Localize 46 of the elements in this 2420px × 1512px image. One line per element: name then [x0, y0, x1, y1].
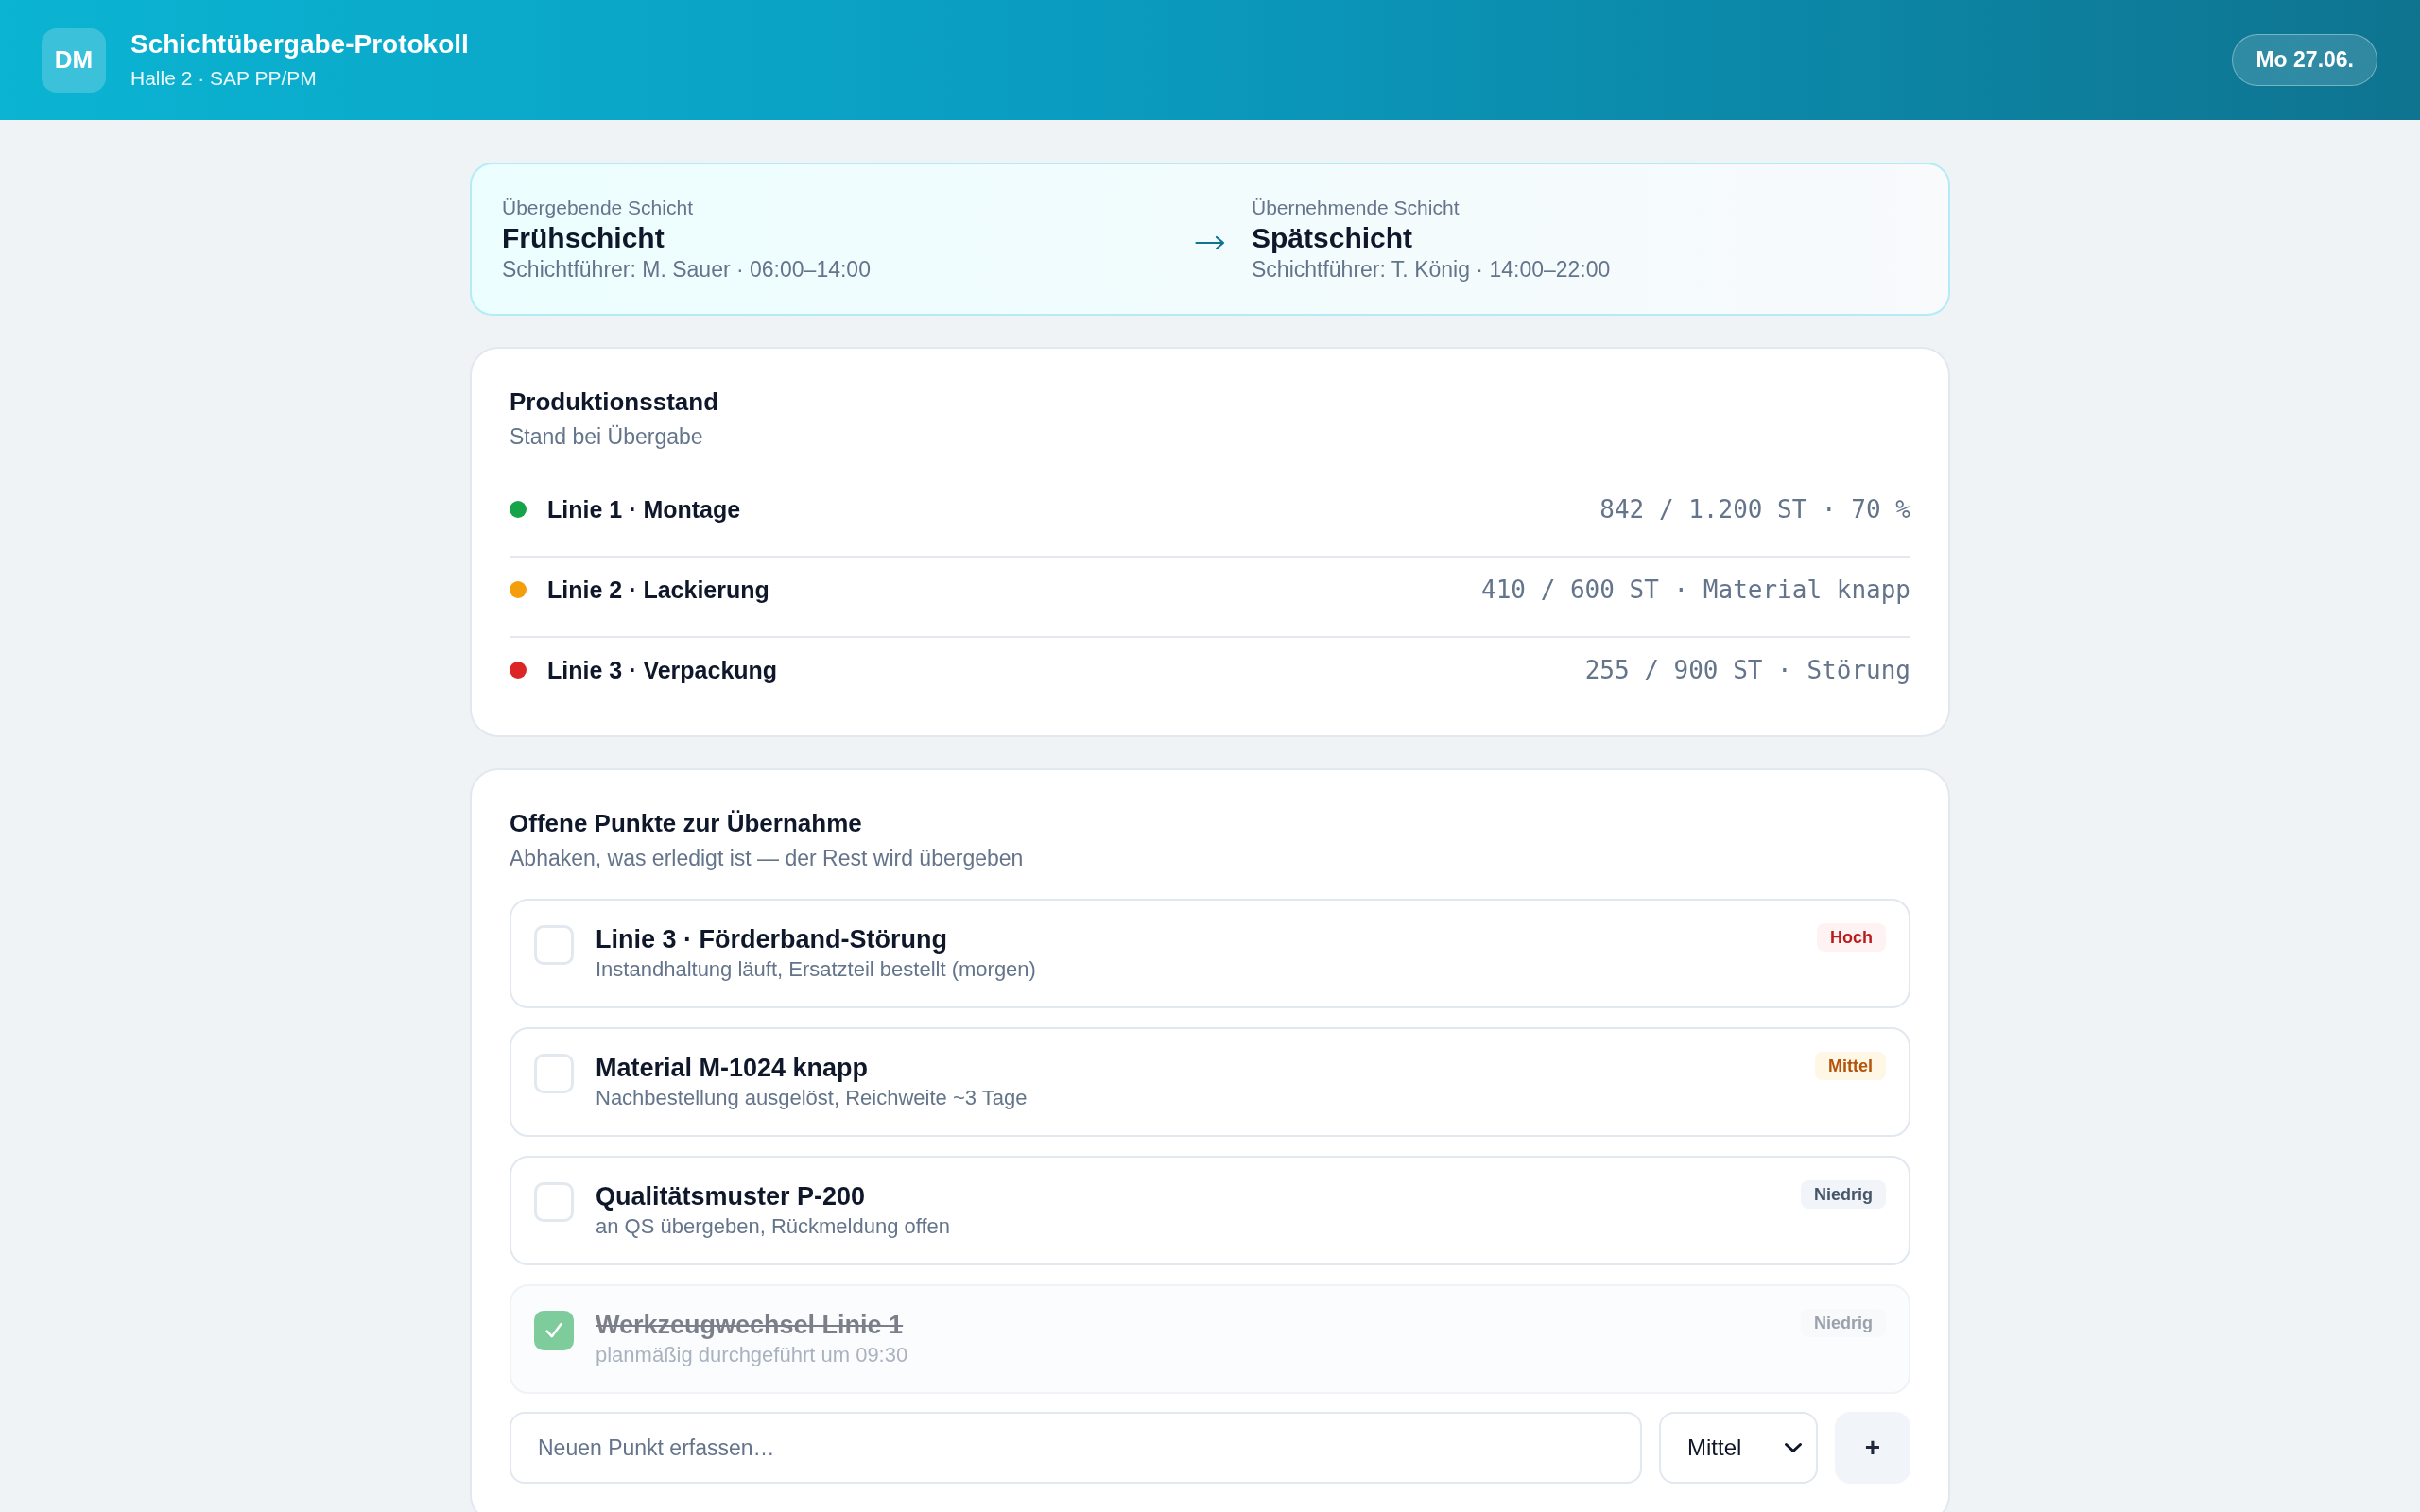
shift-details: Schichtführer: T. König · 14:00–22:00: [1252, 256, 1612, 284]
priority-select[interactable]: Mittel: [1659, 1412, 1818, 1484]
line-reading: 410 / 600 ST · Material knapp: [1481, 575, 1910, 606]
line-name: Linie 2 · Lackierung: [547, 576, 769, 605]
shift-name: Spätschicht: [1252, 221, 1414, 255]
checkbox[interactable]: [534, 1311, 574, 1350]
task-note: Instandhaltung läuft, Ersatzteil bestellt (morgen): [596, 956, 1037, 983]
date-badge: Mo 27.06.: [2232, 34, 2377, 86]
arrow-icon: [1195, 235, 1225, 250]
task-note: Nachbestellung ausgelöst, Reichweite ~3 Tage: [596, 1085, 1028, 1111]
task-note: an QS übergeben, Rückmeldung offen: [596, 1213, 952, 1240]
card-subtitle: Abhaken, was erledigt ist — der Rest wird übergeben: [510, 845, 1025, 872]
card-title: Produktionsstand: [510, 387, 719, 418]
priority-badge: Niedrig: [1801, 1309, 1886, 1337]
app-title: Schichtübergabe-Protokoll: [130, 27, 469, 60]
app-subtitle: Halle 2 · SAP PP/PM: [130, 65, 318, 91]
line-reading: 255 / 900 ST · Störung: [1584, 655, 1910, 686]
shift-name: Frühschicht: [502, 221, 666, 255]
task-item[interactable]: Material M-1024 knapp Nachbestellung ausgelöst, Reichweite ~3 Tage Mittel: [510, 1027, 1910, 1137]
card-title: Offene Punkte zur Übernahme: [510, 808, 863, 839]
avatar: DM: [42, 27, 106, 93]
task-title: Linie 3 · Förderband-Störung: [596, 924, 948, 955]
line-name: Linie 1 · Montage: [547, 495, 741, 524]
checkbox[interactable]: [534, 925, 574, 965]
card-subtitle: Stand bei Übergabe: [510, 423, 704, 451]
task-title: Material M-1024 knapp: [596, 1053, 870, 1084]
task-item[interactable]: Werkzeugwechsel Linie 1 planmäßig durchgeführt um 09:30 Niedrig: [510, 1284, 1910, 1394]
task-item[interactable]: Qualitätsmuster P-200 an QS übergeben, Rückmeldung offen Niedrig: [510, 1156, 1910, 1265]
new-item-field[interactable]: Neuen Punkt erfassen…: [510, 1412, 1642, 1484]
task-note: planmäßig durchgeführt um 09:30: [596, 1342, 909, 1368]
line-reading: 842 / 1.200 ST · 70 %: [1599, 494, 1910, 525]
task-title: Qualitätsmuster P-200: [596, 1181, 867, 1212]
chevron-icon: [1784, 1442, 1803, 1453]
priority-badge: Mittel: [1815, 1052, 1886, 1080]
shift-details: Schichtführer: M. Sauer · 06:00–14:00: [502, 256, 872, 284]
check-icon: [545, 1323, 562, 1338]
add-button[interactable]: +: [1835, 1412, 1910, 1484]
shift-label: Übernehmende Schicht: [1252, 196, 1461, 220]
priority-badge: Hoch: [1817, 923, 1886, 952]
task-item[interactable]: Linie 3 · Förderband-Störung Instandhaltung läuft, Ersatzteil bestellt (morgen) Hoch: [510, 899, 1910, 1008]
line-name: Linie 3 · Verpackung: [547, 656, 778, 685]
checkbox[interactable]: [534, 1182, 574, 1222]
checkbox[interactable]: [534, 1054, 574, 1093]
priority-badge: Niedrig: [1801, 1180, 1886, 1209]
task-title: Werkzeugwechsel Linie 1: [596, 1310, 905, 1341]
shift-label: Übergebende Schicht: [502, 196, 694, 220]
